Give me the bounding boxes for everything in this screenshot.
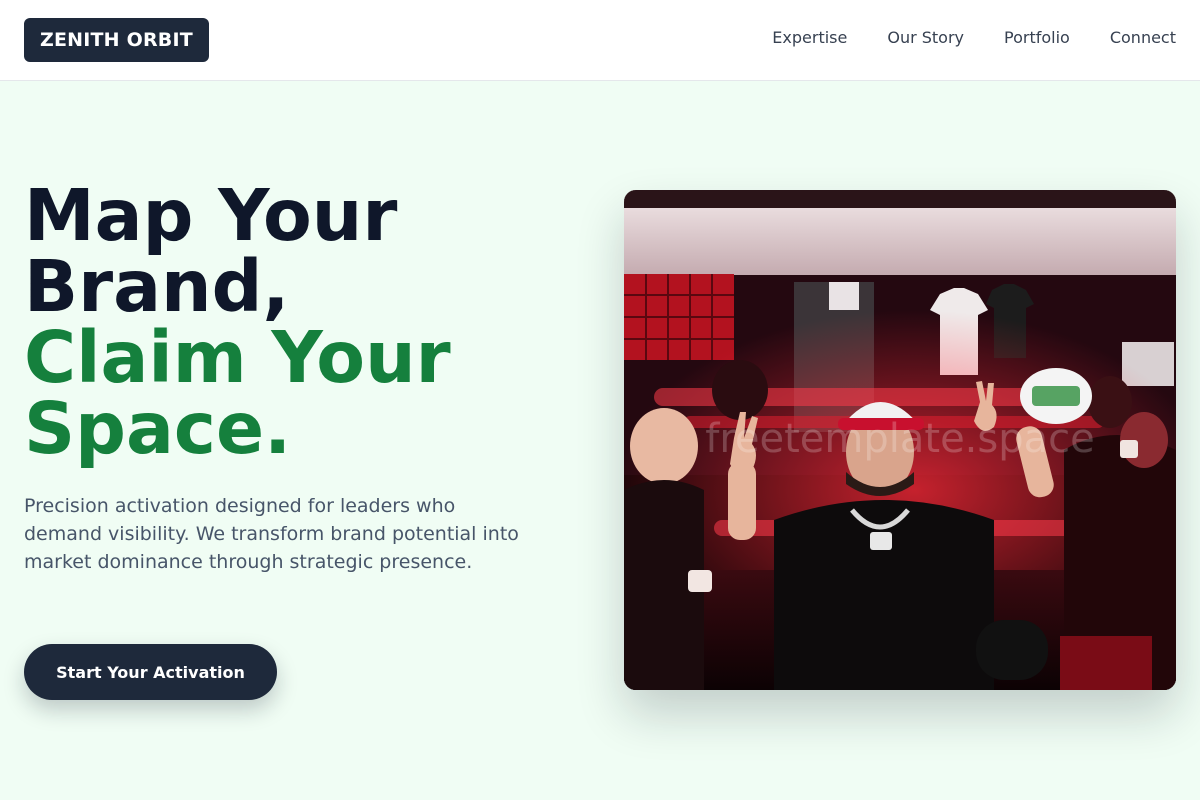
start-activation-button[interactable]: Start Your Activation [24,644,277,700]
hero-subtitle: Precision activation designed for leader… [24,495,519,573]
brand-logo[interactable]: ZENITH ORBIT [24,18,209,62]
nav-link-expertise[interactable]: Expertise [772,28,847,48]
image-watermark: freetemplate.space [705,416,1095,462]
site-header: ZENITH ORBIT Expertise Our Story Portfol… [0,0,1200,81]
nav-link-connect[interactable]: Connect [1110,28,1176,48]
hero-title-line: Map Your [24,174,398,257]
hero-image: freetemplate.space [624,190,1176,690]
hero-title: Map Your Brand, Claim Your Space. [24,180,584,464]
main-nav: Expertise Our Story Portfolio Connect [772,28,1176,48]
hero-title-accent-line: Space. [24,387,292,470]
hero-title-accent-line: Claim Your [24,316,451,399]
hero-title-line: Brand, [24,245,290,328]
nav-link-our-story[interactable]: Our Story [887,28,964,48]
nav-link-portfolio[interactable]: Portfolio [1004,28,1070,48]
